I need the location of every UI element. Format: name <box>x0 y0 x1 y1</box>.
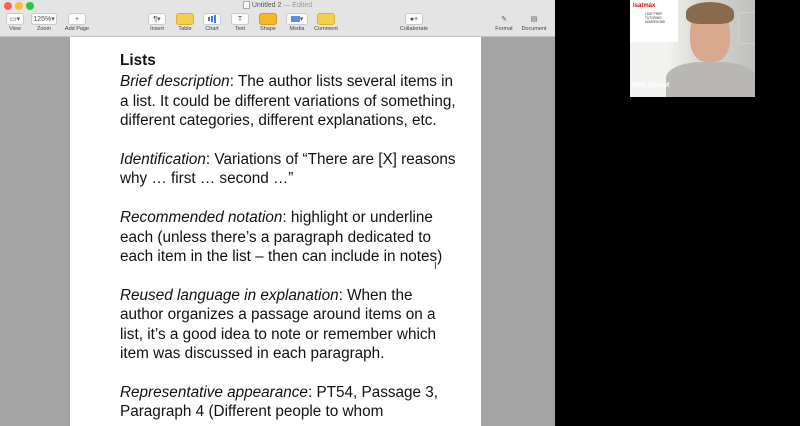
shape-icon <box>259 13 277 25</box>
paragraph-icon: ¶▾ <box>148 13 166 25</box>
document-title: Untitled 2 <box>251 2 282 9</box>
chart-icon <box>203 13 221 25</box>
text-icon: T <box>231 13 249 25</box>
text-button[interactable]: T Text <box>229 13 251 32</box>
document-button[interactable]: ▤ Document <box>518 13 550 32</box>
table-icon <box>176 13 194 25</box>
paragraph-brief-description: Brief description: The author lists seve… <box>120 73 456 130</box>
paragraph-identification: Identification: Variations of “There are… <box>120 151 456 188</box>
paragraph-reused-language: Reused language in explanation: When the… <box>120 286 437 363</box>
presenter-hair <box>686 2 734 24</box>
section-heading: Lists <box>120 52 156 69</box>
document-settings-icon: ▤ <box>530 16 538 23</box>
edited-status: — Edited <box>283 2 313 9</box>
pages-window: Untitled 2 — Edited ▭▾ View 125% ▾ Zoom +… <box>0 0 555 426</box>
document-canvas: Lists Brief description: The author list… <box>0 37 555 426</box>
format-button[interactable]: ✎ Format <box>492 13 516 32</box>
paragraph-recommended-notation: Recommended notation: highlight or under… <box>120 209 443 266</box>
sidebar-icon: ▭▾ <box>6 13 24 25</box>
document-body[interactable]: Lists Brief description: The author list… <box>120 51 460 426</box>
view-button[interactable]: ▭▾ View <box>4 13 26 32</box>
insert-button[interactable]: ¶▾ Insert <box>145 13 169 32</box>
presenter-shirt <box>666 62 755 97</box>
comment-button[interactable]: Comment <box>312 13 340 32</box>
chart-button[interactable]: Chart <box>201 13 223 32</box>
title-bar: Untitled 2 — Edited <box>0 0 555 11</box>
collaborate-icon: ●+ <box>405 13 423 25</box>
text-cursor-icon: I <box>434 261 437 272</box>
zoom-button[interactable]: 125% ▾ Zoom <box>30 13 58 32</box>
shape-button[interactable]: Shape <box>256 13 280 32</box>
lsatmax-logo: lsatmax LSAT PREP TUTORING ADMISSIONS <box>630 0 678 42</box>
comment-icon <box>317 13 335 25</box>
collaborate-button[interactable]: ●+ Collaborate <box>396 13 432 32</box>
media-button[interactable]: ▾ Media <box>285 13 309 32</box>
toolbar: ▭▾ View 125% ▾ Zoom + Add Page ¶▾ Insert … <box>0 11 555 37</box>
paintbrush-icon: ✎ <box>501 16 507 23</box>
add-page-button[interactable]: + Add Page <box>64 13 90 32</box>
presenter-name: Rob Smoot <box>632 82 670 89</box>
plus-icon: + <box>68 13 86 25</box>
paragraph-representative-appearance: Representative appearance: PT54, Passage… <box>120 383 439 421</box>
zoom-select[interactable]: 125% ▾ <box>31 13 57 25</box>
scales-of-justice-icon <box>738 12 755 44</box>
webcam-overlay: lsatmax LSAT PREP TUTORING ADMISSIONS Ro… <box>630 0 755 97</box>
window-title: Untitled 2 — Edited <box>0 0 555 11</box>
document-icon <box>242 1 250 10</box>
table-button[interactable]: Table <box>174 13 196 32</box>
document-page[interactable]: Lists Brief description: The author list… <box>70 37 481 426</box>
media-icon: ▾ <box>286 13 308 25</box>
